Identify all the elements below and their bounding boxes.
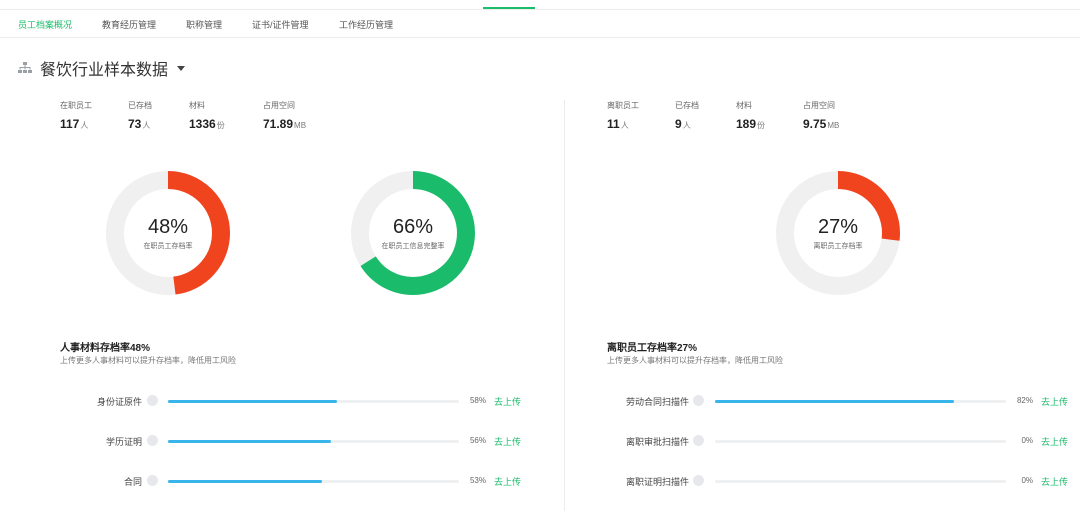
donut-active-archive-rate: 48% 在职员工存档率 [103,168,233,298]
stat-unit: 人 [620,121,629,130]
list-item-label-wrap: 劳动合同扫描件 [600,394,689,408]
donut-caption: 离职员工存档率 [813,242,863,250]
stat-label: 占用空间 [803,101,835,110]
stat-label: 离职员工 [607,101,639,110]
stat-unit: 人 [142,121,151,130]
page-title: 餐饮行业样本数据 [40,62,169,79]
progress-track [715,480,1006,483]
list-item-label: 离职审批扫描件 [625,437,689,447]
tab-certificate-management[interactable]: 证书/证件管理 [252,18,309,31]
help-icon[interactable] [147,395,158,406]
donut-departed-archive-rate: 27% 离职员工存档率 [773,168,903,298]
page-header: 餐饮行业样本数据 [18,58,186,79]
progress-percent: 56% [469,436,486,445]
progress-fill [715,400,954,403]
donut-caption: 在职员工存档率 [143,242,193,250]
tab-employee-archive-overview[interactable]: 员工档案概况 [18,18,72,31]
help-icon[interactable] [147,435,158,446]
help-icon[interactable] [693,435,704,446]
progress-percent: 82% [1016,396,1033,405]
stat-label: 已存档 [128,101,152,110]
list-item-label: 学历证明 [105,437,142,447]
stat-materials: 材料 189份 [736,100,765,133]
stat-value: 11 [607,117,620,131]
stat-label: 占用空间 [263,101,295,110]
stat-value: 9 [675,117,682,131]
stat-departed-employees: 离职员工 11人 [607,100,639,133]
progress-track [168,400,459,403]
upload-link[interactable]: 去上传 [494,475,521,488]
progress-fill [168,400,337,403]
progress-percent: 0% [1021,476,1033,485]
stat-label: 在职员工 [60,101,92,110]
stat-unit: 人 [80,121,89,130]
stat-label: 材料 [189,101,205,110]
list-item-label-wrap: 合同 [60,474,142,488]
stat-archived: 已存档 9人 [675,100,699,133]
help-icon[interactable] [693,395,704,406]
stat-storage: 占用空间 9.75MB [803,100,839,133]
stat-value: 71.89 [263,117,294,131]
progress-track [168,440,459,443]
help-icon[interactable] [693,475,704,486]
section-title-materials-archive-rate: 人事材料存档率48% [60,343,151,354]
stat-active-employees: 在职员工 117人 [60,100,92,133]
donut-caption: 在职员工信息完整率 [381,242,445,250]
section-subtitle: 上传更多人事材料可以提升存档率，降低用工风险 [607,356,783,365]
progress-track [168,480,459,483]
stat-value: 1336 [189,117,216,131]
progress-fill [168,440,331,443]
tab-work-experience-management[interactable]: 工作经历管理 [339,18,393,31]
tab-title-management[interactable]: 职称管理 [186,18,222,31]
section-divider [564,100,565,511]
progress-percent: 58% [469,396,486,405]
stat-unit: 人 [682,121,691,130]
donut-percent: 66% [392,215,434,238]
upload-link[interactable]: 去上传 [1041,435,1068,448]
list-item-label: 身份证原件 [96,397,142,407]
stat-unit: 份 [216,121,225,130]
stat-unit: 份 [757,121,766,130]
stat-label: 材料 [736,101,752,110]
progress-percent: 0% [1021,436,1033,445]
stat-archived: 已存档 73人 [128,100,152,133]
list-item-label: 合同 [123,477,142,487]
stat-value: 189 [736,117,757,131]
stat-materials: 材料 1336份 [189,100,225,133]
progress-track [715,440,1006,443]
list-item-label-wrap: 学历证明 [60,434,142,448]
list-item-label: 离职证明扫描件 [625,477,689,487]
section-title-departed-archive-rate: 离职员工存档率27% [607,343,698,354]
stat-unit: MB [294,121,307,130]
progress-fill [168,480,323,483]
list-item-label-wrap: 身份证原件 [60,394,142,408]
list-item-label-wrap: 离职审批扫描件 [600,434,689,448]
upload-link[interactable]: 去上传 [1041,395,1068,408]
stat-label: 已存档 [675,101,699,110]
upload-link[interactable]: 去上传 [494,435,521,448]
progress-percent: 53% [469,476,486,485]
org-chart-icon [18,62,32,73]
upload-link[interactable]: 去上传 [1041,475,1068,488]
donut-percent: 27% [817,215,859,238]
list-item-label: 劳动合同扫描件 [625,397,689,407]
upload-link[interactable]: 去上传 [494,395,521,408]
chevron-down-icon[interactable] [177,65,186,71]
section-subtitle: 上传更多人事材料可以提升存档率，降低用工风险 [60,356,236,365]
tab-education-management[interactable]: 教育经历管理 [102,18,156,31]
stat-unit: MB [827,121,840,130]
list-item-label-wrap: 离职证明扫描件 [600,474,689,488]
donut-info-completeness-rate: 66% 在职员工信息完整率 [348,168,478,298]
stat-value: 73 [128,117,142,131]
donut-percent: 48% [147,215,189,238]
stat-value: 9.75 [803,117,827,131]
progress-track [715,400,1006,403]
tab-bar: 员工档案概况 教育经历管理 职称管理 证书/证件管理 工作经历管理 [0,10,1080,38]
stat-value: 117 [60,117,80,131]
stat-storage: 占用空间 71.89MB [263,100,306,133]
help-icon[interactable] [147,475,158,486]
